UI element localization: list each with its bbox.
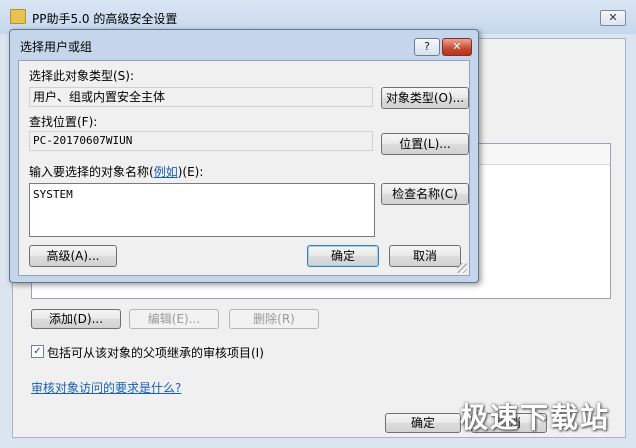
object-type-label: 选择此对象类型(S): [29,69,135,83]
object-types-button[interactable]: 对象类型(O)... [381,87,469,109]
locations-button[interactable]: 位置(L)... [381,133,469,155]
object-type-field: 用户、组或内置安全主体 [29,87,373,107]
folder-icon [10,9,26,24]
inherit-checkbox-label: 包括可从该对象的父项继承的审核项目(I) [47,346,264,360]
resize-grip-icon[interactable] [457,263,467,273]
remove-button[interactable]: 删除(R) [229,309,319,329]
dialog-title: 选择用户或组 [20,40,93,54]
check-names-button[interactable]: 检查名称(C) [381,183,469,205]
audit-help-link[interactable]: 审核对象访问的要求是什么? [31,379,181,396]
object-names-label: 输入要选择的对象名称(例如)(E): [29,165,204,179]
watermark: 极速下载站 [460,401,611,434]
dialog-ok-button[interactable]: 确定 [307,245,379,267]
location-label: 查找位置(F): [29,115,98,129]
dialog-help-button[interactable]: ? [414,38,440,56]
edit-button[interactable]: 编辑(E)... [129,309,219,329]
examples-link[interactable]: 例如 [154,165,178,179]
inherit-checkbox[interactable]: ✓ [31,345,44,358]
dialog-close-button[interactable]: ✕ [442,38,472,56]
window-title: PP助手5.0 的高级安全设置 [32,12,178,26]
advanced-button[interactable]: 高级(A)... [29,245,117,267]
add-button[interactable]: 添加(D)... [31,309,121,329]
object-names-input[interactable]: SYSTEM [29,183,375,237]
location-field: PC-20170607WIUN [29,131,373,151]
dialog-cancel-button[interactable]: 取消 [389,245,461,267]
outer-ok-button[interactable]: 确定 [385,413,461,433]
dialog-body: 选择此对象类型(S): 用户、组或内置安全主体 对象类型(O)... 查找位置(… [18,60,470,276]
window-close-button[interactable]: ✕ [600,10,626,26]
select-users-dialog: 选择用户或组 ? ✕ 选择此对象类型(S): 用户、组或内置安全主体 对象类型(… [9,29,479,283]
